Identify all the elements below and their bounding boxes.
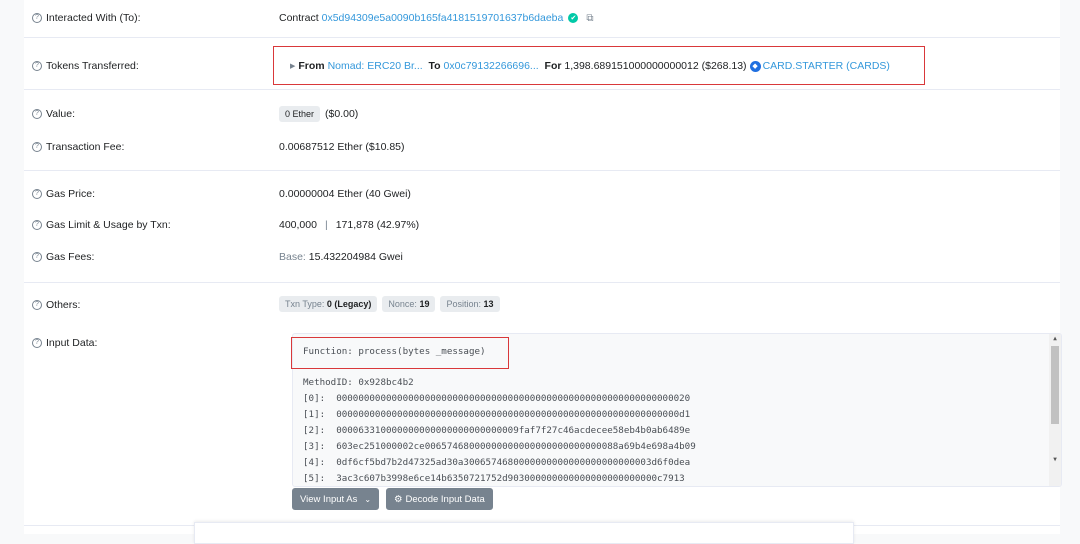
help-icon[interactable]: ? [32, 61, 42, 71]
param-line: [0]: 00000000000000000000000000000000000… [303, 393, 691, 404]
copy-icon[interactable]: ⧉ [586, 13, 593, 24]
gas-price-value: 0.00000004 Ether (40 Gwei) [279, 188, 411, 200]
help-icon[interactable]: ? [32, 338, 42, 348]
decode-icon: ⚙ [394, 493, 403, 505]
separator: | [324, 219, 328, 231]
method-id: MethodID: 0x928bc4b2 [303, 377, 414, 388]
overlay-panel [194, 522, 854, 544]
transaction-details-card: ? Interacted With (To): Contract 0x5d943… [24, 0, 1062, 534]
highlight-box [273, 46, 925, 85]
value-row: ? Value: 0 Ether ($0.00) [24, 106, 1060, 122]
interacted-label: Interacted With (To): [46, 12, 141, 24]
tokens-label: Tokens Transferred: [46, 60, 139, 72]
param-line: [5]: 3ac3c607b3998e6ce14b6350721752d9030… [303, 473, 685, 484]
txn-type-badge: Txn Type: 0 (Legacy) [279, 296, 378, 312]
fee-row: ? Transaction Fee: 0.00687512 Ether ($10… [24, 139, 1060, 155]
gas-usage-value: 171,878 (42.97%) [335, 219, 420, 231]
param-line: [3]: 603ec251000002ce0065746800000000000… [303, 441, 696, 452]
scroll-up-icon[interactable]: ▲ [1051, 335, 1059, 342]
input-label: Input Data: [46, 337, 98, 349]
contract-address-link[interactable]: 0x5d94309e5a0090b165fa4181519701637b6dae… [322, 12, 564, 24]
help-icon[interactable]: ? [32, 13, 42, 23]
position-badge: Position: 13 [440, 296, 500, 312]
decode-input-button[interactable]: ⚙ Decode Input Data [386, 488, 493, 510]
help-icon[interactable]: ? [32, 252, 42, 262]
gas-fees-label: Gas Fees: [46, 251, 95, 263]
gas-limit-row: ? Gas Limit & Usage by Txn: 400,000 | 17… [24, 217, 1060, 233]
divider [24, 170, 1060, 171]
others-row: ? Others: Txn Type: 0 (Legacy) Nonce: 19… [24, 296, 1060, 314]
view-input-as-button[interactable]: View Input As ⌄ [292, 488, 380, 510]
interacted-row: ? Interacted With (To): Contract 0x5d943… [24, 10, 1060, 26]
value-label: Value: [46, 108, 75, 120]
chevron-down-icon: ⌄ [364, 494, 372, 504]
gas-price-label: Gas Price: [46, 188, 96, 200]
divider [24, 282, 1060, 283]
vertical-scrollbar[interactable]: ▲ ▼ [1049, 334, 1061, 486]
divider [24, 89, 1060, 90]
base-value: 15.432204984 Gwei [308, 251, 403, 263]
value-usd: ($0.00) [325, 108, 359, 120]
divider [24, 37, 1060, 38]
scroll-down-icon[interactable]: ▼ [1051, 456, 1059, 463]
scroll-thumb[interactable] [1051, 346, 1059, 424]
param-line: [1]: 00000000000000000000000000000000000… [303, 409, 691, 420]
others-label: Others: [46, 299, 81, 311]
param-line: [4]: 0df6cf5bd7b2d47325ad30a300657468000… [303, 457, 691, 468]
help-icon[interactable]: ? [32, 189, 42, 199]
help-icon[interactable]: ? [32, 300, 42, 310]
base-label: Base: [279, 251, 306, 263]
nonce-badge: Nonce: 19 [382, 296, 436, 312]
gas-price-row: ? Gas Price: 0.00000004 Ether (40 Gwei) [24, 186, 1060, 202]
value-badge: 0 Ether [279, 106, 321, 122]
gas-fees-row: ? Gas Fees: Base: 15.432204984 Gwei [24, 249, 1060, 265]
param-line: [2]: 000063310000000000000000000000009fa… [303, 425, 691, 436]
contract-prefix: Contract [279, 12, 319, 24]
fee-value: 0.00687512 Ether ($10.85) [279, 141, 405, 153]
gas-limit-label: Gas Limit & Usage by Txn: [46, 219, 171, 231]
help-icon[interactable]: ? [32, 109, 42, 119]
gas-limit-value: 400,000 [279, 219, 317, 231]
help-icon[interactable]: ? [32, 142, 42, 152]
highlight-box [291, 337, 509, 369]
fee-label: Transaction Fee: [46, 141, 125, 153]
help-icon[interactable]: ? [32, 220, 42, 230]
verified-check-icon: ✔ [568, 13, 579, 23]
